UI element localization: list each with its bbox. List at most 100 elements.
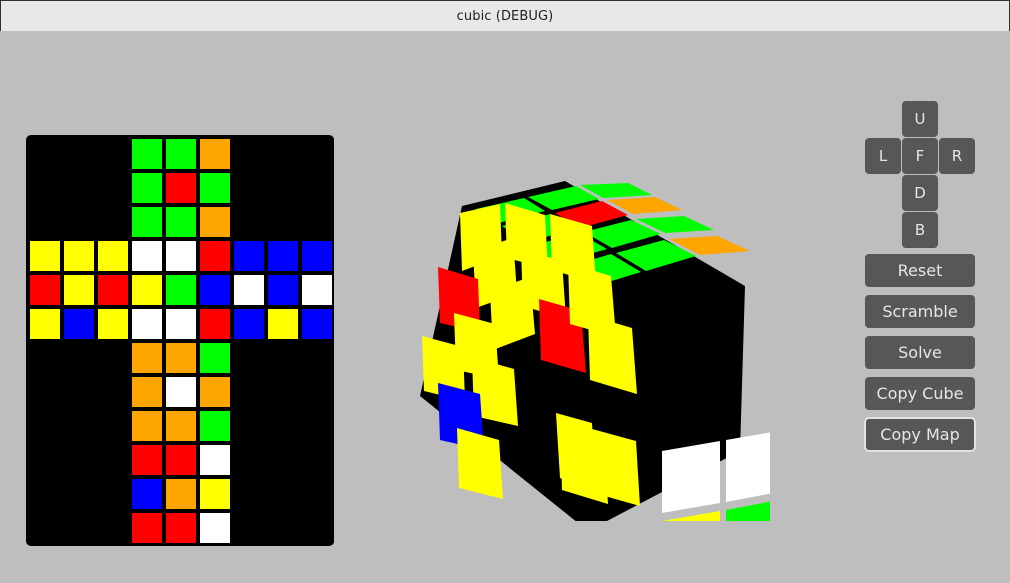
map-cell — [198, 375, 232, 409]
map-cell-empty — [300, 511, 334, 545]
move-button-f[interactable]: F — [902, 138, 938, 174]
main-canvas: U L F R D B Reset Scramble Solve Copy Cu… — [0, 31, 1010, 583]
cube-map-grid — [28, 137, 334, 545]
map-cell — [130, 239, 164, 273]
map-cell — [130, 137, 164, 171]
map-cell — [62, 239, 96, 273]
map-cell-empty — [62, 409, 96, 443]
map-cell-empty — [300, 171, 334, 205]
scramble-button[interactable]: Scramble — [865, 295, 975, 328]
map-cell — [130, 341, 164, 375]
map-cell-empty — [266, 443, 300, 477]
map-cell-empty — [62, 205, 96, 239]
map-cell — [198, 273, 232, 307]
move-button-r[interactable]: R — [939, 138, 975, 174]
map-cell-empty — [28, 137, 62, 171]
map-cell-empty — [266, 171, 300, 205]
map-cell — [62, 273, 96, 307]
map-cell — [62, 307, 96, 341]
map-cell — [130, 409, 164, 443]
map-cell-empty — [300, 477, 334, 511]
move-button-l[interactable]: L — [865, 138, 901, 174]
map-cell-empty — [96, 511, 130, 545]
map-cell-empty — [62, 511, 96, 545]
map-cell — [96, 273, 130, 307]
map-cell — [232, 273, 266, 307]
map-cell — [266, 273, 300, 307]
map-cell-empty — [232, 443, 266, 477]
map-cell — [198, 137, 232, 171]
map-cell — [164, 239, 198, 273]
map-cell-empty — [300, 341, 334, 375]
map-cell — [96, 239, 130, 273]
map-cell-empty — [62, 477, 96, 511]
map-cell-empty — [96, 137, 130, 171]
map-cell-empty — [28, 511, 62, 545]
map-cell-empty — [266, 137, 300, 171]
map-cell — [232, 307, 266, 341]
cube-facelet-front-0-1 — [726, 432, 770, 502]
map-cell-empty — [300, 409, 334, 443]
map-cell — [130, 477, 164, 511]
map-cell — [164, 443, 198, 477]
map-cell-empty — [62, 171, 96, 205]
map-cell — [28, 273, 62, 307]
cube-3d-svg — [420, 181, 770, 521]
map-cell-empty — [232, 341, 266, 375]
window-titlebar: cubic (DEBUG) — [0, 0, 1010, 31]
map-cell-empty — [266, 341, 300, 375]
map-cell — [164, 205, 198, 239]
copy-map-button[interactable]: Copy Map — [864, 417, 976, 452]
map-cell-empty — [232, 511, 266, 545]
map-cell — [198, 171, 232, 205]
map-cell-empty — [96, 477, 130, 511]
map-cell-empty — [232, 205, 266, 239]
map-cell — [198, 341, 232, 375]
map-cell — [164, 341, 198, 375]
move-button-d[interactable]: D — [902, 175, 938, 211]
map-cell — [300, 307, 334, 341]
reset-button[interactable]: Reset — [865, 254, 975, 287]
map-cell-empty — [96, 443, 130, 477]
map-cell-empty — [28, 341, 62, 375]
map-cell-empty — [266, 511, 300, 545]
map-cell — [198, 239, 232, 273]
map-cell-empty — [28, 443, 62, 477]
copy-cube-button[interactable]: Copy Cube — [865, 377, 975, 410]
cube-facelet-left-bottom2 — [556, 413, 596, 489]
map-cell-empty — [266, 205, 300, 239]
map-cell — [130, 307, 164, 341]
map-cell — [198, 443, 232, 477]
map-cell — [198, 409, 232, 443]
move-button-u[interactable]: U — [902, 101, 938, 137]
solve-button[interactable]: Solve — [865, 336, 975, 369]
cube-facelet-front-1-1 — [726, 501, 770, 521]
map-cell-empty — [96, 205, 130, 239]
map-cell-empty — [62, 137, 96, 171]
map-cell-empty — [28, 409, 62, 443]
map-cell — [232, 239, 266, 273]
map-cell — [164, 409, 198, 443]
controls-panel: U L F R D B Reset Scramble Solve Copy Cu… — [858, 65, 990, 465]
map-cell-empty — [28, 205, 62, 239]
app-window: cubic (DEBUG) U L F R D B Reset Scramble… — [0, 0, 1010, 583]
map-cell-empty — [96, 409, 130, 443]
map-cell-empty — [232, 477, 266, 511]
map-cell — [198, 511, 232, 545]
map-cell — [164, 171, 198, 205]
map-cell-empty — [300, 375, 334, 409]
map-cell-empty — [62, 341, 96, 375]
map-cell-empty — [300, 205, 334, 239]
cube-facelet-front-1-0 — [662, 511, 720, 521]
map-cell — [164, 137, 198, 171]
map-cell — [300, 239, 334, 273]
map-cell-empty — [266, 375, 300, 409]
map-cell — [96, 307, 130, 341]
cube-facelet-front-0-0 — [662, 441, 720, 513]
move-button-b[interactable]: B — [902, 212, 938, 248]
map-cell — [164, 307, 198, 341]
cube-3d-view[interactable] — [400, 151, 770, 521]
map-cell-empty — [232, 137, 266, 171]
map-cell-empty — [300, 137, 334, 171]
map-cell — [266, 239, 300, 273]
